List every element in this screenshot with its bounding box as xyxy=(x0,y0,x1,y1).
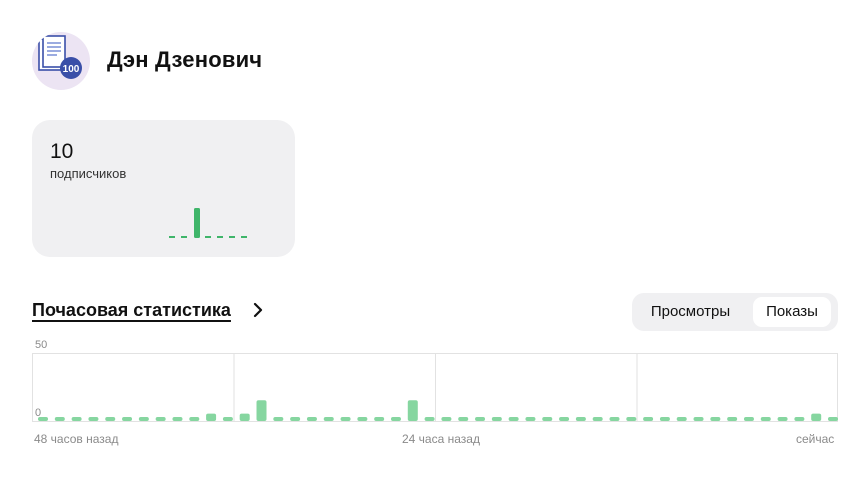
x-label-middle: 24 часа назад xyxy=(402,432,480,446)
hourly-bar xyxy=(374,417,385,421)
hourly-bar xyxy=(710,417,721,421)
hourly-bar xyxy=(122,417,133,421)
toggle-views-button[interactable]: Просмотры xyxy=(638,297,743,327)
hourly-bar xyxy=(172,417,183,421)
hourly-bar xyxy=(777,417,788,421)
hourly-bar xyxy=(609,417,620,421)
x-label-end: сейчас xyxy=(796,432,835,446)
hourly-bar xyxy=(794,417,805,421)
hourly-bar xyxy=(290,417,301,421)
y-axis-min-label: 0 xyxy=(35,407,42,419)
hourly-bar xyxy=(357,417,368,421)
hourly-bar xyxy=(105,417,116,421)
document-stack-icon: 100 xyxy=(38,35,82,79)
hourly-bar xyxy=(273,417,284,421)
hourly-bar xyxy=(71,417,82,421)
avatar-badge: 100 xyxy=(63,64,80,75)
hourly-bar xyxy=(138,417,149,421)
hourly-bar xyxy=(458,417,469,421)
channel-name[interactable]: Дэн Дзенович xyxy=(107,47,262,73)
hourly-bar xyxy=(239,413,250,421)
chart-frame xyxy=(32,353,838,422)
hourly-bar xyxy=(222,417,233,421)
hourly-bar xyxy=(88,417,99,421)
x-label-start: 48 часов назад xyxy=(34,432,119,446)
hourly-bar xyxy=(542,417,553,421)
hourly-bar xyxy=(475,417,486,421)
subscribers-bar xyxy=(194,208,200,238)
metric-toggle: Просмотры Показы xyxy=(632,293,838,331)
hourly-bar xyxy=(407,400,418,421)
hourly-bar xyxy=(155,417,166,421)
hourly-bar xyxy=(626,417,637,421)
toggle-impressions-button[interactable]: Показы xyxy=(753,297,831,327)
hourly-bar xyxy=(743,417,754,421)
hourly-stats-title[interactable]: Почасовая статистика xyxy=(32,300,231,321)
subscribers-mini-chart xyxy=(169,208,247,238)
hourly-bar xyxy=(390,417,401,421)
hourly-bar xyxy=(693,417,704,421)
hourly-bar xyxy=(592,417,603,421)
hourly-bar xyxy=(760,417,771,421)
hourly-bar xyxy=(727,417,738,421)
hourly-bar xyxy=(206,413,217,421)
subscribers-card[interactable]: 10 подписчиков xyxy=(32,120,295,257)
y-axis-max-label: 50 xyxy=(35,339,48,351)
hourly-bar xyxy=(643,417,654,421)
hourly-bar xyxy=(491,417,502,421)
hourly-bar xyxy=(424,417,435,421)
hourly-bar xyxy=(828,417,838,421)
hourly-bar xyxy=(441,417,452,421)
hourly-bar xyxy=(256,400,267,421)
hourly-bar xyxy=(54,417,65,421)
hourly-bar xyxy=(189,417,200,421)
hourly-bar xyxy=(811,413,822,421)
channel-avatar[interactable]: 100 xyxy=(32,32,90,90)
hourly-bar xyxy=(659,417,670,421)
hourly-bar xyxy=(525,417,536,421)
hourly-bar xyxy=(508,417,519,421)
hourly-bar xyxy=(575,417,586,421)
hourly-bar xyxy=(306,417,317,421)
hourly-bar xyxy=(340,417,351,421)
hourly-bar xyxy=(559,417,570,421)
chevron-right-icon[interactable] xyxy=(250,301,266,319)
hourly-bar xyxy=(323,417,334,421)
hourly-bar xyxy=(676,417,687,421)
